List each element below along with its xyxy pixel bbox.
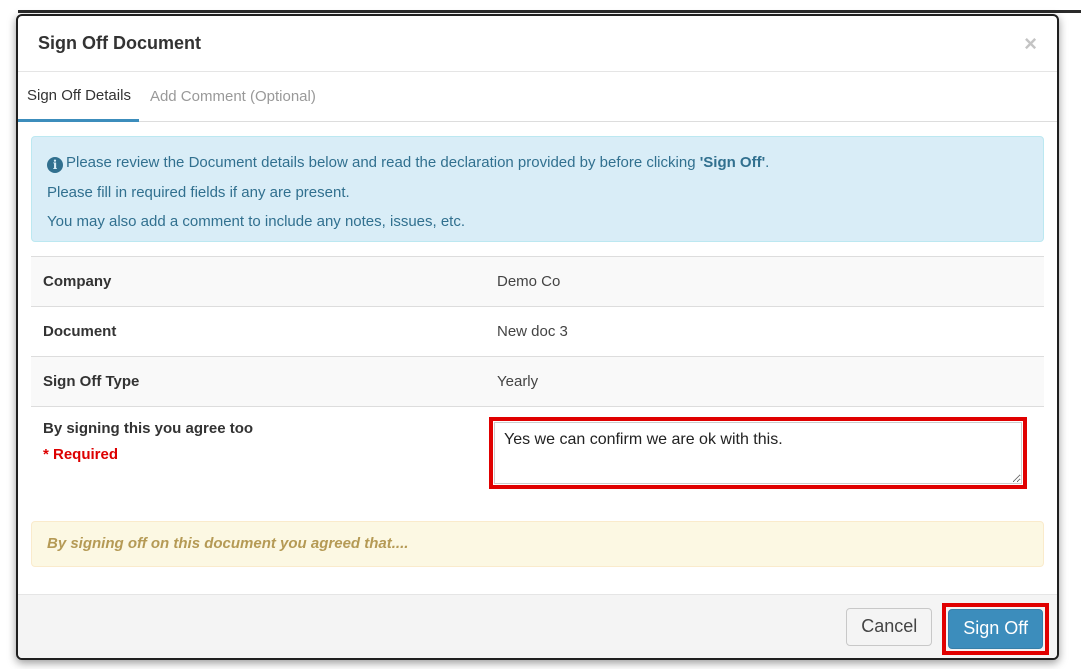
backdrop-edge (0, 10, 1081, 13)
agree-input-cell: Yes we can confirm we are ok with this. (485, 406, 1044, 511)
tab-bar: Sign Off Details Add Comment (Optional) (18, 72, 1057, 122)
sign-off-button-highlight: Sign Off (942, 602, 1049, 655)
close-icon[interactable]: × (1024, 32, 1037, 55)
required-label: * Required (43, 446, 119, 463)
agree-label: By signing this you agree too (43, 420, 254, 437)
company-value: Demo Co (485, 256, 1044, 307)
sign-off-modal: Sign Off Document × Sign Off Details Add… (16, 14, 1059, 660)
modal-footer: Cancel Sign Off (18, 594, 1057, 658)
table-row: Company Demo Co (31, 256, 1044, 307)
modal-title: Sign Off Document (38, 33, 201, 53)
info-line-1-strong: 'Sign Off' (699, 154, 766, 171)
sign-off-button[interactable]: Sign Off (948, 608, 1043, 649)
document-label: Document (31, 306, 485, 357)
info-line-3: You may also add a comment to include an… (47, 213, 466, 230)
agree-label-cell: By signing this you agree too * Required (31, 406, 485, 511)
company-label: Company (31, 256, 485, 307)
table-row: By signing this you agree too * Required… (31, 406, 1044, 511)
info-line-1-prefix: Please review the Document details below… (66, 154, 700, 171)
info-circle-icon: i (47, 157, 63, 173)
tab-add-comment[interactable]: Add Comment (Optional) (139, 72, 324, 121)
sign-off-type-value: Yearly (485, 356, 1044, 407)
table-row: Sign Off Type Yearly (31, 356, 1044, 407)
sign-off-type-label: Sign Off Type (31, 356, 485, 407)
details-table: Company Demo Co Document New doc 3 Sign … (31, 256, 1044, 511)
agree-textarea-highlight: Yes we can confirm we are ok with this. (489, 417, 1027, 489)
agree-textarea[interactable]: Yes we can confirm we are ok with this. (494, 422, 1022, 484)
info-line-1-suffix: . (765, 154, 770, 171)
table-row: Document New doc 3 (31, 306, 1044, 357)
document-value: New doc 3 (485, 306, 1044, 357)
tab-sign-off-details[interactable]: Sign Off Details (18, 72, 139, 122)
declaration-alert: By signing off on this document you agre… (31, 520, 1044, 567)
modal-body: i Please review the Document details belo… (18, 122, 1057, 567)
modal-header: Sign Off Document × (18, 16, 1057, 72)
info-line-1: i Please review the Document details belo… (47, 148, 1028, 178)
info-alert: i Please review the Document details belo… (31, 136, 1044, 242)
cancel-button[interactable]: Cancel (846, 607, 933, 646)
info-line-2: Please fill in required fields if any ar… (47, 183, 350, 201)
